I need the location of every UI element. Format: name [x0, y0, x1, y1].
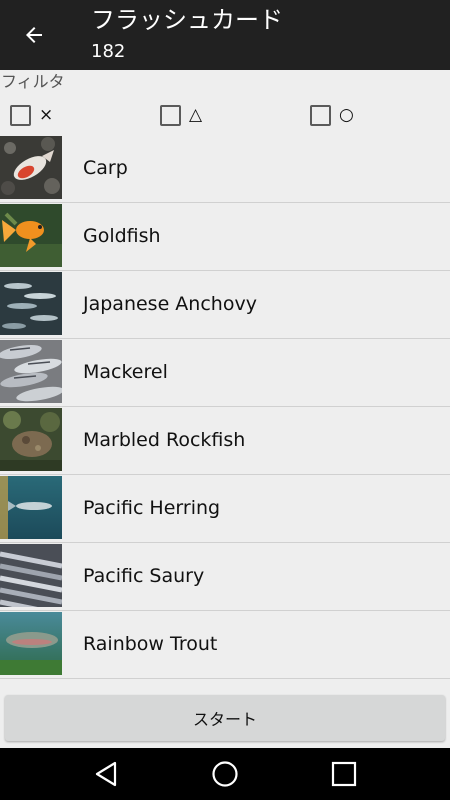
checkbox-box[interactable] [10, 104, 31, 126]
nav-recents-button[interactable] [328, 758, 360, 790]
fish-name: Pacific Saury [83, 565, 205, 587]
filter-options: × △ ○ [0, 100, 450, 130]
list-item[interactable]: Mackerel [0, 339, 450, 407]
filter-checkbox-label: ○ [339, 105, 354, 125]
filter-label: フィルタ [1, 72, 65, 91]
list-item[interactable]: Japanese Anchovy [0, 271, 450, 339]
app-bar: フラッシュカード 182 [0, 0, 450, 70]
fish-name: Rainbow Trout [83, 633, 218, 655]
fish-list: Carp Goldfish Japanese Anchovy Mackerel … [0, 135, 450, 679]
list-item[interactable]: Marbled Rockfish [0, 407, 450, 475]
fish-thumbnail [0, 204, 62, 267]
filter-checkbox-label: × [39, 105, 54, 125]
fish-name: Pacific Herring [83, 497, 221, 519]
list-item[interactable]: Rainbow Trout [0, 611, 450, 679]
fish-name: Carp [83, 157, 128, 179]
fish-thumbnail [0, 340, 62, 403]
nav-home-icon [212, 761, 238, 787]
list-item[interactable]: Goldfish [0, 203, 450, 271]
nav-back-button[interactable] [90, 758, 122, 790]
fish-thumbnail [0, 136, 62, 199]
arrow-left-icon [26, 27, 42, 43]
fish-name: Japanese Anchovy [83, 293, 257, 315]
fish-thumbnail [0, 612, 62, 675]
nav-home-button[interactable] [209, 758, 241, 790]
filter-checkbox-label: △ [189, 105, 203, 125]
fish-thumbnail [0, 544, 62, 607]
checkbox-box[interactable] [160, 104, 181, 126]
fish-thumbnail [0, 408, 62, 471]
fish-thumbnail [0, 272, 62, 335]
fish-name: Goldfish [83, 225, 161, 247]
filter-checkbox-triangle[interactable]: △ [160, 102, 202, 128]
page-title: フラッシュカード [91, 6, 283, 34]
fish-name: Marbled Rockfish [83, 429, 246, 451]
list-item[interactable]: Pacific Saury [0, 543, 450, 611]
fish-thumbnail [0, 476, 62, 539]
list-item[interactable]: Pacific Herring [0, 475, 450, 543]
checkbox-box[interactable] [310, 104, 331, 126]
list-item[interactable]: Carp [0, 135, 450, 203]
nav-back-icon [95, 761, 117, 787]
filter-checkbox-cross[interactable]: × [10, 102, 53, 128]
filter-checkbox-circle[interactable]: ○ [310, 102, 354, 128]
start-button[interactable]: スタート [5, 695, 445, 741]
card-count: 182 [91, 41, 126, 62]
fish-name: Mackerel [83, 361, 168, 383]
nav-recents-icon [331, 761, 357, 787]
system-nav-bar [0, 748, 450, 800]
back-button[interactable] [16, 17, 52, 53]
